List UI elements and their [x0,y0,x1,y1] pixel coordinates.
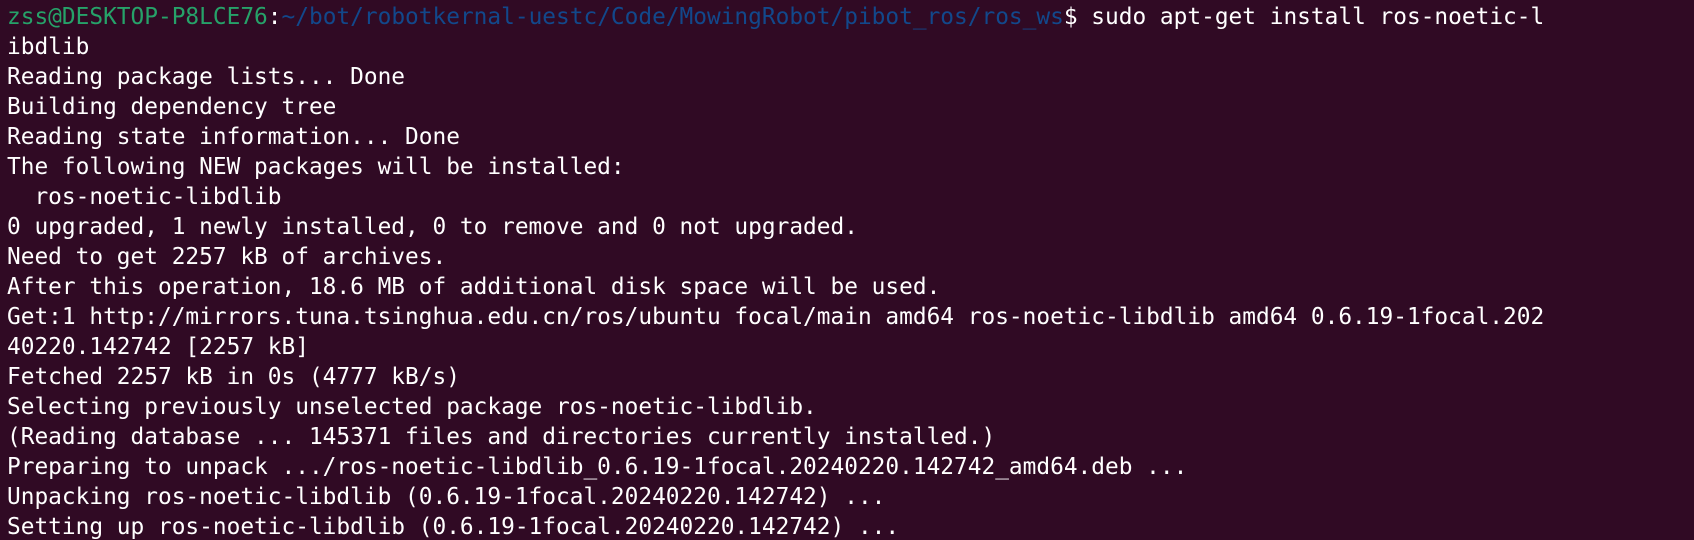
output-line: Selecting previously unselected package … [7,394,817,420]
command-text: sudo apt-get install ros-noetic-l [1091,4,1545,30]
output-line: Reading package lists... Done [7,64,406,90]
output-line: After this operation, 18.6 MB of additio… [7,274,941,300]
output-line: Get:1 http://mirrors.tuna.tsinghua.edu.c… [7,304,1545,330]
prompt-line: zss@DESKTOP-P8LCE76:~/bot/robotkernal-ue… [7,2,1694,32]
output-line: ros-noetic-libdlib [7,184,282,210]
prompt-dollar: $ [1063,4,1092,30]
prompt-colon: : [267,4,282,30]
output-line: Unpacking ros-noetic-libdlib (0.6.19-1fo… [7,484,886,510]
output-line: 40220.142742 [2257 kB] [7,334,309,360]
output-line: Fetched 2257 kB in 0s (4777 kB/s) [7,364,460,390]
terminal-window[interactable]: zss@DESKTOP-P8LCE76:~/bot/robotkernal-ue… [0,0,1694,540]
output-line: The following NEW packages will be insta… [7,154,625,180]
prompt-path: ~/bot/robotkernal-uestc/Code/MowingRobot… [281,4,1064,30]
output-line: Preparing to unpack .../ros-noetic-libdl… [7,454,1188,480]
output-line: Building dependency tree [7,94,337,120]
output-line: Reading state information... Done [7,124,460,150]
output-line: 0 upgraded, 1 newly installed, 0 to remo… [7,214,858,240]
command-text-wrap: ibdlib [7,34,90,60]
output-line: Setting up ros-noetic-libdlib (0.6.19-1f… [7,514,900,540]
output-line: Need to get 2257 kB of archives. [7,244,447,270]
output-line: (Reading database ... 145371 files and d… [7,424,996,450]
prompt-user-host: zss@DESKTOP-P8LCE76 [7,4,268,30]
